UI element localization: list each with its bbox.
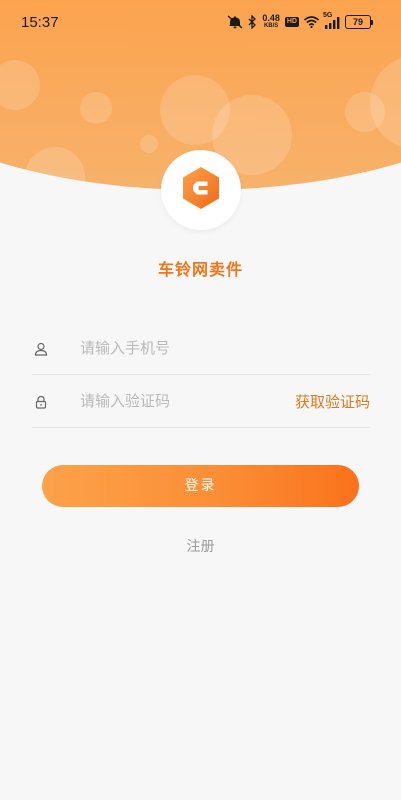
- wifi-icon: [304, 16, 319, 28]
- decorative-bubble: [0, 60, 40, 110]
- get-code-button[interactable]: 获取验证码: [295, 391, 370, 412]
- hd-badge: HD: [284, 17, 299, 27]
- verification-code-row: 获取验证码: [32, 375, 370, 428]
- phone-row: [32, 322, 370, 375]
- network-speed-unit: KB/S: [263, 23, 279, 29]
- phone-input[interactable]: [80, 336, 280, 360]
- battery-icon: 79: [345, 15, 373, 29]
- decorative-bubble: [370, 55, 401, 150]
- network-type-label: 5G: [323, 11, 333, 19]
- app-title: 车铃网卖件: [157, 260, 243, 279]
- bluetooth-icon: [248, 15, 257, 29]
- battery-level: 79: [345, 15, 371, 29]
- register-link[interactable]: 注册: [0, 536, 401, 556]
- login-screen: 15:37 0.48 KB/S HD 5G 79 车铃网卖件 请输入手机号 请输…: [0, 0, 401, 800]
- decorative-bubble: [25, 147, 85, 190]
- lock-icon: [34, 394, 48, 409]
- login-button[interactable]: 登录: [42, 465, 359, 507]
- app-logo: [161, 150, 241, 230]
- status-bar: 15:37 0.48 KB/S HD 5G 79: [0, 0, 401, 44]
- status-icons: 0.48 KB/S HD 5G 79: [227, 12, 373, 31]
- decorative-bubble: [140, 135, 158, 153]
- network-speed-value: 0.48: [262, 13, 280, 23]
- verification-code-input[interactable]: [80, 389, 280, 413]
- user-icon: [34, 341, 48, 356]
- decorative-bubble: [80, 92, 112, 124]
- mute-icon: [227, 15, 243, 29]
- network-speed: 0.48 KB/S: [262, 14, 280, 30]
- status-time: 15:37: [21, 14, 59, 31]
- battery-tip: [371, 19, 373, 25]
- cellular-signal-icon: 5G: [323, 12, 340, 29]
- hexagon-c-logo-icon: [178, 165, 224, 215]
